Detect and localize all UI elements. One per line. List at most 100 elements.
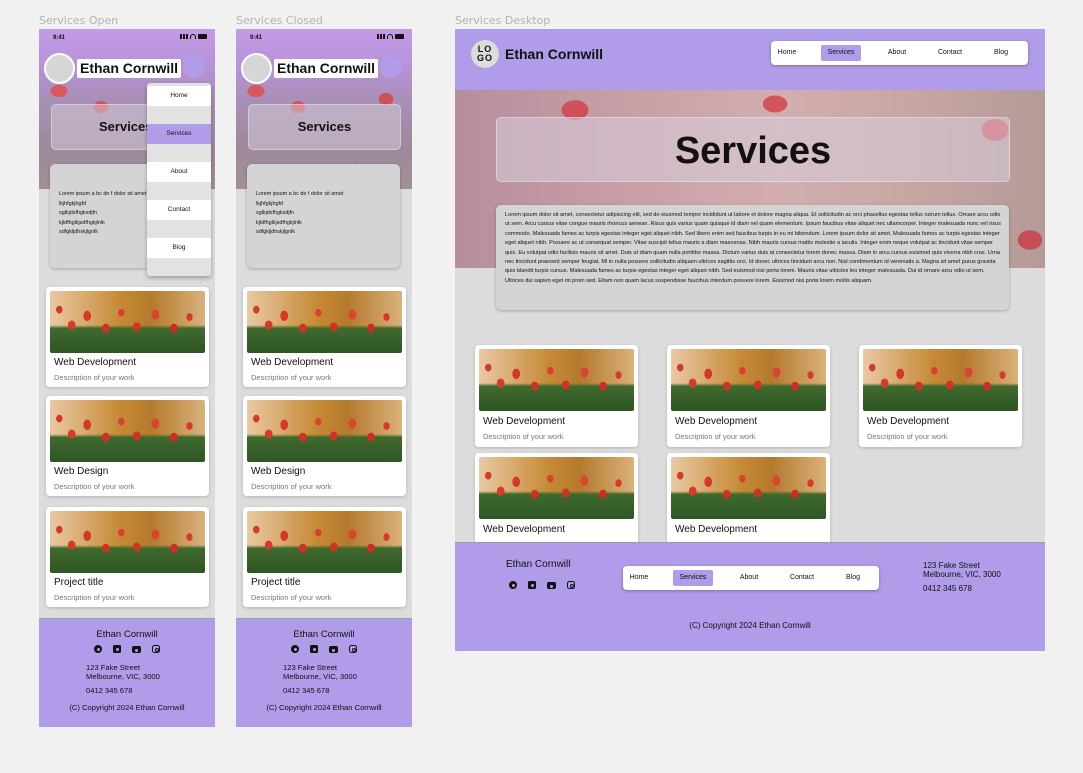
linkedin-icon[interactable]	[310, 645, 318, 653]
nav-home[interactable]: Home	[147, 86, 211, 106]
card-image	[671, 349, 826, 411]
card-title: Web Development	[675, 524, 758, 535]
card-title: Project title	[54, 577, 104, 588]
header: LO GO Ethan Cornwill Home Services About …	[455, 29, 1045, 90]
footer-nav-contact[interactable]: Contact	[783, 570, 821, 586]
nav-home[interactable]: Home	[774, 45, 800, 61]
logo[interactable]: LO GO	[471, 40, 499, 68]
status-bar: 9:41	[236, 29, 412, 47]
service-card[interactable]: Web Development Description of your work	[475, 345, 638, 447]
service-card[interactable]: Web Development Description of your work	[243, 287, 406, 387]
instagram-icon[interactable]	[152, 645, 160, 653]
card-description: Description of your work	[54, 373, 135, 382]
title-box: Services	[496, 117, 1010, 182]
service-card[interactable]: Web Development Description of your work	[859, 345, 1022, 447]
facebook-icon[interactable]	[94, 645, 102, 653]
facebook-icon[interactable]	[291, 645, 299, 653]
signal-icon	[180, 34, 188, 39]
status-bar: 9:41	[39, 29, 215, 47]
nav-contact[interactable]: Contact	[931, 45, 969, 61]
menu-button[interactable]	[183, 56, 205, 78]
description-text: Lorem ipsum a bc de f dolor sit amet lkj…	[256, 191, 344, 236]
service-card[interactable]: Web Design Description of your work	[46, 396, 209, 496]
footer-name: Ethan Cornwill	[293, 629, 355, 640]
footer: Ethan Cornwill 123 Fake Street Melbourne,…	[39, 618, 215, 727]
nav-contact[interactable]: Contact	[147, 200, 211, 220]
service-card[interactable]: Web Development Description of your work	[667, 345, 830, 447]
description-text: Lorem ipsum dolor sit amet, consectetur …	[505, 212, 1001, 284]
card-title: Web Design	[251, 466, 306, 477]
page-title: Services	[674, 130, 832, 172]
card-description: Description of your work	[54, 593, 135, 602]
card-description: Description of your work	[483, 432, 564, 441]
footer-address: 123 Fake Street Melbourne, VIC, 3000	[283, 663, 357, 681]
facebook-icon[interactable]	[509, 581, 517, 589]
card-image	[863, 349, 1018, 411]
linkedin-icon[interactable]	[113, 645, 121, 653]
footer-phone: 0412 345 678	[86, 686, 133, 695]
service-card[interactable]: Web Design Description of your work	[243, 396, 406, 496]
mobile-frame-closed: 9:41 Ethan Cornwill Services Lorem ipsum…	[236, 29, 412, 727]
card-title: Web Development	[483, 524, 566, 535]
card-image	[247, 400, 402, 462]
wifi-icon	[387, 34, 393, 39]
description-box: Lorem ipsum a bc de f dolor sit amet lkj…	[247, 164, 400, 268]
footer-nav-about[interactable]: About	[733, 570, 765, 586]
card-description: Description of your work	[867, 432, 948, 441]
footer-copyright: (C) Copyright 2024 Ethan Cornwill	[69, 703, 185, 712]
nav-services[interactable]: Services	[821, 45, 861, 61]
service-card[interactable]: Web Development	[475, 453, 638, 555]
service-card[interactable]: Project title Description of your work	[243, 507, 406, 607]
card-image	[479, 349, 634, 411]
description-text: Lorem ipsum a bc de f dolor sit amet lkj…	[59, 191, 147, 236]
footer-phone: 0412 345 678	[923, 584, 972, 593]
card-title: Web Development	[483, 416, 566, 427]
site-name[interactable]: Ethan Cornwill	[77, 59, 181, 78]
nav-about[interactable]: About	[881, 45, 913, 61]
card-description: Description of your work	[251, 373, 332, 382]
card-title: Web Development	[251, 357, 334, 368]
nav-blog[interactable]: Blog	[147, 238, 211, 258]
card-title: Web Development	[675, 416, 758, 427]
frame-label-open: Services Open	[39, 14, 119, 27]
youtube-icon[interactable]	[132, 646, 141, 653]
avatar[interactable]	[241, 53, 272, 84]
card-image	[479, 457, 634, 519]
footer-nav-home[interactable]: Home	[626, 570, 652, 586]
status-time: 9:41	[53, 35, 66, 41]
linkedin-icon[interactable]	[528, 581, 536, 589]
service-card[interactable]: Web Development Description of your work	[46, 287, 209, 387]
youtube-icon[interactable]	[547, 582, 556, 589]
youtube-icon[interactable]	[329, 646, 338, 653]
instagram-icon[interactable]	[567, 581, 575, 589]
service-card[interactable]: Web Development	[667, 453, 830, 555]
footer-nav-services[interactable]: Services	[673, 570, 713, 586]
nav-services[interactable]: Services	[147, 124, 211, 144]
card-image	[671, 457, 826, 519]
menu-button[interactable]	[380, 56, 402, 78]
site-name[interactable]: Ethan Cornwill	[505, 46, 603, 62]
description-box: Lorem ipsum dolor sit amet, consectetur …	[496, 205, 1009, 310]
footer-phone: 0412 345 678	[283, 686, 330, 695]
nav-blog[interactable]: Blog	[987, 45, 1015, 61]
nav-bar: Home Services About Contact Blog	[771, 41, 1028, 65]
card-title: Web Development	[54, 357, 137, 368]
status-time: 9:41	[250, 35, 263, 41]
nav-dropdown: Home Services About Contact Blog	[147, 83, 211, 276]
footer-nav-blog[interactable]: Blog	[839, 570, 867, 586]
card-description: Description of your work	[251, 482, 332, 491]
footer-copyright: (C) Copyright 2024 Ethan Cornwill	[689, 621, 811, 630]
battery-icon	[198, 34, 207, 39]
nav-about[interactable]: About	[147, 162, 211, 182]
frame-label-closed: Services Closed	[236, 14, 323, 27]
desktop-frame: LO GO Ethan Cornwill Home Services About …	[455, 29, 1045, 651]
card-image	[247, 511, 402, 573]
avatar[interactable]	[44, 53, 75, 84]
service-card[interactable]: Project title Description of your work	[46, 507, 209, 607]
footer-copyright: (C) Copyright 2024 Ethan Cornwill	[266, 703, 382, 712]
instagram-icon[interactable]	[349, 645, 357, 653]
footer-address: 123 Fake Street Melbourne, VIC, 3000	[86, 663, 160, 681]
footer-nav-bar: Home Services About Contact Blog	[623, 566, 879, 590]
site-name[interactable]: Ethan Cornwill	[274, 59, 378, 78]
footer: Ethan Cornwill 123 Fake Street Melbourne,…	[236, 618, 412, 727]
